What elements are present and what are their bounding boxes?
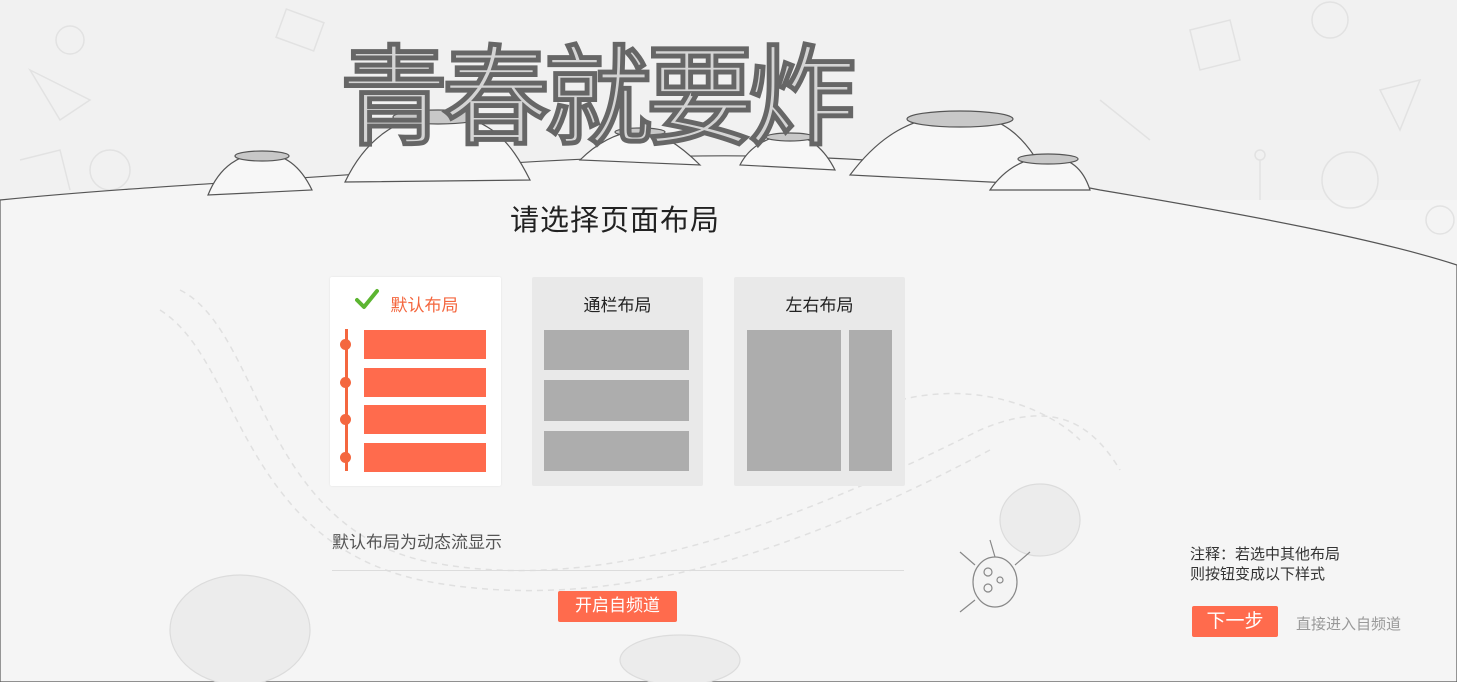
feed-block	[364, 405, 486, 434]
layout-label-leftright: 左右布局	[785, 296, 854, 316]
layout-description: 默认布局为动态流显示	[332, 533, 502, 553]
fullwidth-block	[544, 330, 689, 370]
divider	[332, 570, 904, 571]
left-column-block	[747, 330, 841, 471]
banner-title-art: 青春就要炸	[339, 35, 861, 162]
open-channel-button[interactable]: 开启自频道	[558, 591, 677, 622]
svg-text:青春就要炸: 青春就要炸	[340, 36, 854, 161]
timeline-dot	[340, 339, 351, 350]
layout-option-default[interactable]: 默认布局	[330, 277, 501, 486]
layout-option-fullwidth[interactable]: 通栏布局	[532, 277, 703, 486]
right-column-block	[849, 330, 892, 471]
direct-enter-link[interactable]: 直接进入自频道	[1296, 613, 1401, 634]
note-text: 注释：若选中其他布局 则按钮变成以下样式	[1190, 544, 1340, 584]
timeline-dot	[340, 414, 351, 425]
page-title: 请选择页面布局	[510, 203, 721, 237]
note-line-1: 注释：若选中其他布局	[1190, 545, 1341, 563]
note-line-2: 则按钮变成以下样式	[1190, 565, 1326, 583]
layout-option-leftright[interactable]: 左右布局	[734, 277, 905, 486]
timeline-dot	[340, 377, 351, 388]
next-step-button[interactable]: 下一步	[1192, 606, 1278, 637]
feed-block	[364, 330, 486, 359]
feed-block	[364, 368, 486, 397]
fullwidth-block	[544, 431, 689, 471]
layout-label-fullwidth: 通栏布局	[583, 296, 652, 316]
timeline-dot	[340, 452, 351, 463]
layout-label-default: 默认布局	[390, 296, 459, 316]
feed-block	[364, 443, 486, 472]
timeline-line	[345, 329, 348, 471]
fullwidth-block	[544, 380, 689, 421]
